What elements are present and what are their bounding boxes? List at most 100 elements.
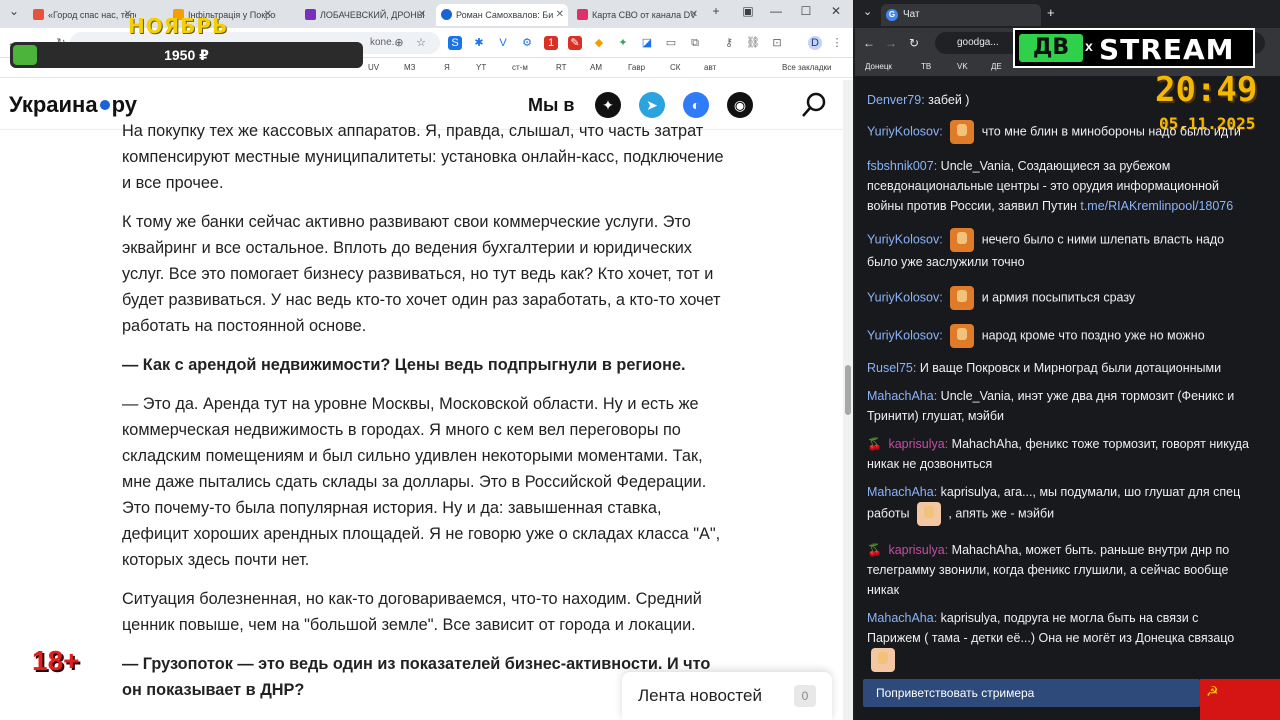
bookmark-item[interactable]: UV [368, 63, 379, 72]
back-icon[interactable]: ← [863, 36, 875, 50]
tab-search-icon[interactable]: ⌄ [863, 5, 872, 18]
puzzle-icon[interactable]: ⧉ [688, 36, 702, 50]
extension-icon[interactable]: V [496, 36, 510, 50]
chat-message: YuriyKolosov: что мне блин в минобороны … [867, 120, 1252, 144]
greet-streamer-button[interactable]: Поприветствовать стримера [863, 679, 1200, 707]
extension-icon[interactable]: ⊡ [770, 36, 784, 50]
bookmark-item[interactable]: авт [704, 63, 716, 72]
bookmark-item[interactable]: RT [556, 63, 567, 72]
tab-favicon-icon [577, 9, 588, 20]
extension-icon[interactable]: S [448, 36, 462, 50]
bookmark-item[interactable]: YT [476, 63, 486, 72]
chat-username[interactable]: Denver79: [867, 93, 925, 107]
close-icon[interactable]: ✕ [418, 4, 426, 26]
chat-tab[interactable]: G Чат [881, 4, 1041, 26]
chat-username[interactable]: MahachAha: [867, 611, 937, 625]
bookmark-item[interactable]: АМ [590, 63, 602, 72]
chat-username[interactable]: fsbshnik007: [867, 159, 937, 173]
bookmark-item[interactable]: Я [444, 63, 450, 72]
chat-username[interactable]: YuriyKolosov: [867, 232, 943, 246]
extension-icon[interactable]: ⛓ [746, 36, 760, 50]
bookmark-item[interactable]: ДЕ [991, 62, 1002, 71]
max-messenger-icon[interactable]: ◐ [683, 92, 709, 118]
bookmark-item[interactable]: СК [670, 63, 680, 72]
close-icon[interactable]: ✕ [264, 4, 272, 26]
star-icon[interactable]: ☆ [414, 36, 428, 50]
tab-search-icon[interactable]: ⌄ [4, 4, 24, 18]
site-logo[interactable]: Украина ру [9, 92, 137, 118]
extension-icon[interactable]: ◆ [592, 36, 606, 50]
article-body: На покупку тех же кассовых аппаратов. Я,… [122, 118, 732, 716]
avatar-emote-icon [950, 324, 975, 348]
minimize-icon[interactable]: — [766, 4, 786, 18]
extension-icon[interactable]: 1 [544, 36, 558, 50]
tab-1[interactable]: «Город спас нас, тепер ✕ [28, 4, 136, 26]
news-feed-tab[interactable]: Лента новостей 0 [622, 672, 832, 720]
extension-icon[interactable]: ⚙ [520, 36, 534, 50]
all-bookmarks[interactable]: Все закладки [782, 63, 831, 72]
chat-username[interactable]: YuriyKolosov: [867, 328, 943, 342]
extension-icon[interactable]: ✎ [568, 36, 582, 50]
page-scrollbar[interactable] [843, 80, 853, 720]
extension-icon[interactable]: ⚷ [722, 36, 736, 50]
chat-text: что мне блин в минобороны надо было идти [981, 124, 1241, 139]
close-window-icon[interactable]: ✕ [826, 4, 846, 18]
article-paragraph: — Это да. Аренда тут на уровне Москвы, М… [122, 395, 721, 569]
extension-icon[interactable]: ◪ [640, 36, 654, 50]
telegram-icon[interactable]: ➤ [639, 92, 665, 118]
chat-username[interactable]: kaprisulya: [888, 543, 948, 557]
close-icon[interactable]: ✕ [556, 4, 564, 26]
extension-icon[interactable]: ✦ [616, 36, 630, 50]
peter-emote-icon [916, 502, 941, 526]
profile-icon[interactable]: ▣ [738, 4, 758, 18]
forward-icon[interactable]: → [885, 36, 897, 50]
bookmark-item[interactable]: ТВ [921, 62, 931, 71]
bookmark-item[interactable]: ст-м [512, 63, 528, 72]
chat-text: И ваще Покровск и Мирноград были дотацио… [919, 361, 1222, 375]
chat-link[interactable]: t.me/RIAKremlinpool/18076 [1080, 199, 1233, 213]
reload-icon[interactable]: ↻ [909, 36, 919, 50]
zoom-icon[interactable]: ⊕ [392, 36, 406, 50]
avatar-emote-icon [950, 228, 975, 252]
chat-message: YuriyKolosov: и армия посыпиться сразу [867, 286, 1252, 310]
chat-tab-label: Чат [903, 9, 920, 20]
right-browser-window: G Чат + ⌄ ← → ↻ goodga... Донецк ТВ VK Д… [855, 0, 1280, 720]
chat-username[interactable]: kaprisulya: [888, 437, 948, 451]
bookmark-item[interactable]: МЗ [404, 63, 416, 72]
tab-5[interactable]: Карта СВО от канала DV ✕ [572, 4, 702, 26]
profile-avatar[interactable]: D [808, 36, 822, 50]
chat-message: Denver79: забей ) [867, 90, 1252, 110]
chat-message: YuriyKolosov: нечего было с ними шлепать… [867, 228, 1252, 272]
chat-username[interactable]: MahachAha: [867, 485, 937, 499]
article-paragraph: На покупку тех же кассовых аппаратов. Я,… [122, 122, 724, 192]
chat-text-tail: , апять же - мэйби [948, 506, 1055, 521]
new-tab-button[interactable]: + [1047, 5, 1055, 20]
extension-icon[interactable]: ✱ [472, 36, 486, 50]
tab-4-active[interactable]: Роман Самохвалов: Би ✕ [436, 4, 568, 26]
logo-db: ДВ [1019, 34, 1083, 62]
chat-username[interactable]: MahachAha: [867, 389, 937, 403]
article-paragraph: Ситуация болезненная, но как-то договари… [122, 590, 702, 634]
close-icon[interactable]: ✕ [690, 4, 698, 26]
extension-icon[interactable]: ▭ [664, 36, 678, 50]
chat-message: 🍒 kaprisulya: MahachAha, феникс тоже тор… [867, 434, 1252, 474]
chat-username[interactable]: Rusel75: [867, 361, 916, 375]
scrollbar-thumb[interactable] [845, 365, 851, 415]
chat-username[interactable]: YuriyKolosov: [867, 290, 943, 304]
dzen-icon[interactable]: ✦ [595, 92, 621, 118]
bookmark-item[interactable]: VK [957, 62, 968, 71]
stream-logo: ДВ x STREAM [1013, 28, 1255, 68]
search-icon[interactable] [801, 92, 827, 118]
tab-3[interactable]: ЛОБАЧЕВСКИЙ, ДРОНЫ ✕ [300, 4, 430, 26]
new-tab-button[interactable]: + [706, 4, 726, 18]
podcast-icon[interactable]: ◉ [727, 92, 753, 118]
bookmark-item[interactable]: Гавр [628, 63, 645, 72]
chat-username[interactable]: YuriyKolosov: [867, 124, 943, 138]
chat-message: MahachAha: kaprisulya, подруга не могла … [867, 608, 1252, 672]
article-paragraph: К тому же банки сейчас активно развивают… [122, 213, 721, 335]
bookmark-item[interactable]: Донецк [865, 62, 892, 71]
chat-text: народ кроме что поздно уже но можно [981, 328, 1205, 343]
maximize-icon[interactable]: ☐ [796, 4, 816, 18]
menu-icon[interactable]: ⋮ [830, 36, 844, 50]
article-question: — Как с арендой недвижимости? Цены ведь … [122, 352, 732, 378]
